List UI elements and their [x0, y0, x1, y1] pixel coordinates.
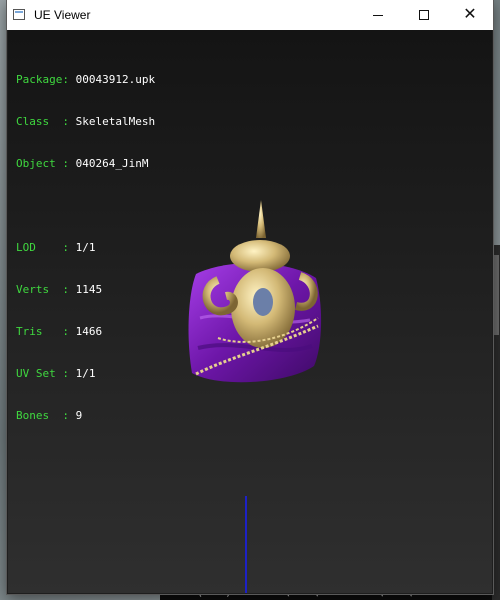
info-label: LOD :	[16, 241, 69, 254]
info-value: 1466	[75, 325, 103, 338]
mesh-info-overlay: Package: 00043912.upk Class : SkeletalMe…	[16, 45, 155, 451]
info-label: Package:	[16, 73, 69, 86]
ue-viewer-window[interactable]: UE Viewer ✕ Package: 00043912.upk Class …	[7, 0, 493, 594]
info-row-uv-set: UV Set : 1/1	[16, 367, 155, 381]
info-value: 1145	[75, 283, 103, 296]
info-value: 1/1	[75, 241, 96, 254]
info-row-class: Class : SkeletalMesh	[16, 115, 155, 129]
info-row-object: Object : 040264_JinM	[16, 157, 155, 171]
info-row-verts: Verts : 1145	[16, 283, 155, 297]
info-row-package: Package: 00043912.upk	[16, 73, 155, 87]
minimize-icon	[373, 14, 383, 16]
info-value: 1/1	[75, 367, 96, 380]
console-scroll-thumb[interactable]	[493, 255, 499, 335]
maximize-icon	[419, 10, 429, 20]
close-button[interactable]: ✕	[447, 0, 493, 30]
maximize-button[interactable]	[401, 0, 447, 30]
info-label: Bones :	[16, 409, 69, 422]
info-value: 040264_JinM	[75, 157, 149, 170]
console-scrollbar[interactable]	[492, 245, 500, 600]
info-row-tris: Tris : 1466	[16, 325, 155, 339]
info-label: Object :	[16, 157, 69, 170]
info-label: Verts :	[16, 283, 69, 296]
info-label: UV Set :	[16, 367, 69, 380]
info-label: Class :	[16, 115, 69, 128]
minimize-button[interactable]	[355, 0, 401, 30]
app-window-icon	[13, 9, 25, 20]
info-value: 9	[75, 409, 83, 422]
window-title: UE Viewer	[34, 8, 91, 22]
z-axis-line	[245, 496, 247, 593]
info-row-lod: LOD : 1/1	[16, 241, 155, 255]
close-icon: ✕	[463, 6, 477, 23]
info-value: 00043912.upk	[75, 73, 156, 86]
ornament-gem	[253, 288, 273, 316]
ornament-crown	[230, 240, 290, 272]
skeletal-mesh-render[interactable]	[178, 198, 328, 388]
info-row-bones: Bones : 9	[16, 409, 155, 423]
ornament-spike	[256, 200, 266, 238]
info-value: SkeletalMesh	[75, 115, 156, 128]
info-label: Tris :	[16, 325, 69, 338]
3d-viewport[interactable]: Package: 00043912.upk Class : SkeletalMe…	[8, 30, 492, 593]
title-bar[interactable]: UE Viewer ✕	[7, 0, 493, 30]
